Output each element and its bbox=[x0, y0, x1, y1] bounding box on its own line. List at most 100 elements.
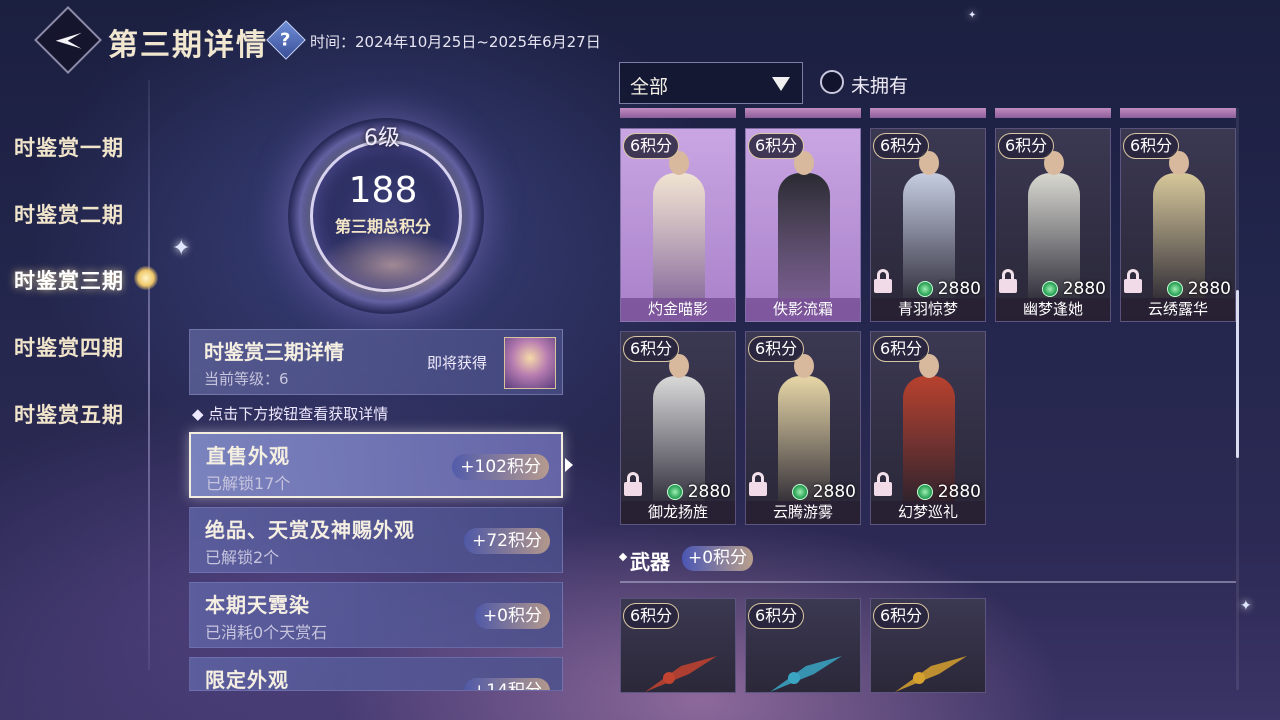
outfit-card[interactable]: 6积分佚影流霜 bbox=[745, 128, 861, 322]
help-icon: ? bbox=[280, 29, 291, 51]
jade-currency-icon bbox=[1042, 281, 1058, 297]
card-strip-partial bbox=[995, 108, 1111, 118]
weapon-points-badge: 6积分 bbox=[623, 603, 680, 629]
unowned-label: 未拥有 bbox=[851, 75, 909, 97]
weapon-icon bbox=[891, 654, 971, 692]
outfit-name: 幻梦巡礼 bbox=[871, 501, 985, 524]
lock-icon bbox=[874, 472, 892, 496]
outfit-name: 云腾游雾 bbox=[746, 501, 860, 524]
lock-icon bbox=[874, 269, 892, 293]
outfit-card[interactable]: 6积分 2880 幻梦巡礼 bbox=[870, 331, 986, 525]
detail-card[interactable]: 时鉴赏三期详情 当前等级：6 即将获得 bbox=[189, 329, 563, 395]
outfit-points-badge: 6积分 bbox=[623, 336, 680, 362]
sparkle-icon: ✦ bbox=[172, 236, 191, 261]
weapons-section-points: +0积分 bbox=[682, 546, 754, 571]
filter-dropdown[interactable]: 全部 bbox=[619, 62, 803, 104]
outfit-name: 佚影流霜 bbox=[746, 298, 860, 321]
card-strip-partial bbox=[870, 108, 986, 118]
active-category-arrow-icon bbox=[565, 458, 573, 472]
section-divider bbox=[620, 581, 1236, 583]
outfit-name: 幽梦逢她 bbox=[996, 298, 1110, 321]
category-name: 本期天霓染 bbox=[205, 593, 310, 617]
filter-selected: 全部 bbox=[630, 76, 669, 98]
total-points-label: 第三期总积分 bbox=[334, 217, 431, 236]
outfit-card[interactable]: 6积分 2880 云绣露华 bbox=[1120, 128, 1236, 322]
outfit-price: 2880 bbox=[812, 482, 856, 502]
level-ring-glow bbox=[318, 230, 468, 300]
category-limited[interactable]: 限定外观 +14积分 bbox=[189, 657, 563, 691]
nav-divider bbox=[148, 80, 150, 670]
outfit-points-badge: 6积分 bbox=[748, 336, 805, 362]
weapon-icon bbox=[641, 654, 721, 692]
outfit-name: 青羽惊梦 bbox=[871, 298, 985, 321]
nav-active-marker bbox=[134, 266, 158, 290]
category-status: 已消耗0个天赏石 bbox=[205, 623, 328, 642]
back-arrow-icon bbox=[55, 32, 82, 49]
outfit-price: 2880 bbox=[937, 279, 981, 299]
back-button[interactable] bbox=[34, 6, 102, 74]
category-name: 直售外观 bbox=[206, 444, 290, 468]
nav-item-period-3[interactable]: 时鉴赏三期 bbox=[14, 265, 124, 295]
outfit-price: 2880 bbox=[937, 482, 981, 502]
nav-item-period-4[interactable]: 时鉴赏四期 bbox=[14, 332, 124, 362]
outfit-card[interactable]: 6积分 2880 云腾游雾 bbox=[745, 331, 861, 525]
category-points: +0积分 bbox=[474, 603, 550, 629]
hint-text: ◆ 点击下方按钮查看获取详情 bbox=[192, 405, 389, 423]
period-text: 时间：2024年10月25日~2025年6月27日 bbox=[310, 33, 601, 51]
outfit-figure bbox=[778, 147, 830, 317]
category-points: +14积分 bbox=[464, 678, 550, 690]
outfit-name: 灼金喵影 bbox=[621, 298, 735, 321]
outfit-points-badge: 6积分 bbox=[873, 336, 930, 362]
category-name: 限定外观 bbox=[205, 668, 289, 691]
outfit-points-badge: 6积分 bbox=[623, 133, 680, 159]
weapon-card[interactable]: 6积分 bbox=[745, 598, 861, 693]
category-direct-sale[interactable]: 直售外观 已解锁17个 +102积分 bbox=[189, 432, 563, 498]
lock-icon bbox=[999, 269, 1017, 293]
weapon-card[interactable]: 6积分 bbox=[870, 598, 986, 693]
category-status: 已解锁2个 bbox=[205, 548, 280, 567]
outfit-price: 2880 bbox=[1062, 279, 1106, 299]
jade-currency-icon bbox=[667, 484, 683, 500]
help-button[interactable]: ? bbox=[266, 20, 306, 60]
unowned-radio[interactable] bbox=[820, 70, 844, 94]
total-points: 188 bbox=[348, 170, 418, 211]
outfit-name: 御龙扬旌 bbox=[621, 501, 735, 524]
card-strip-partial bbox=[745, 108, 861, 118]
outfit-card[interactable]: 6积分 2880 御龙扬旌 bbox=[620, 331, 736, 525]
scrollbar-thumb[interactable] bbox=[1236, 290, 1239, 458]
current-level: 当前等级：6 bbox=[204, 370, 289, 388]
jade-currency-icon bbox=[917, 281, 933, 297]
weapons-section-title: 武器 bbox=[630, 550, 670, 574]
jade-currency-icon bbox=[792, 484, 808, 500]
weapon-points-badge: 6积分 bbox=[748, 603, 805, 629]
card-strip-partial bbox=[620, 108, 736, 118]
nav-item-period-5[interactable]: 时鉴赏五期 bbox=[14, 399, 124, 429]
sparkle-icon: ✦ bbox=[968, 10, 977, 21]
detail-title: 时鉴赏三期详情 bbox=[204, 340, 344, 364]
outfit-points-badge: 6积分 bbox=[748, 133, 805, 159]
outfit-figure bbox=[653, 147, 705, 317]
jade-currency-icon bbox=[917, 484, 933, 500]
category-dye[interactable]: 本期天霓染 已消耗0个天赏石 +0积分 bbox=[189, 582, 563, 648]
outfit-card[interactable]: 6积分 2880 幽梦逢她 bbox=[995, 128, 1111, 322]
outfit-points-badge: 6积分 bbox=[998, 133, 1055, 159]
weapon-points-badge: 6积分 bbox=[873, 603, 930, 629]
lock-icon bbox=[624, 472, 642, 496]
category-name: 绝品、天赏及神赐外观 bbox=[205, 518, 415, 542]
category-points: +72积分 bbox=[464, 528, 550, 554]
jade-currency-icon bbox=[1167, 281, 1183, 297]
upcoming-reward-label: 即将获得 bbox=[427, 354, 488, 372]
category-status: 已解锁17个 bbox=[206, 474, 291, 493]
category-points: +102积分 bbox=[452, 454, 549, 480]
weapon-card[interactable]: 6积分 bbox=[620, 598, 736, 693]
upcoming-reward-thumbnail[interactable] bbox=[504, 337, 556, 389]
weapon-icon bbox=[766, 654, 846, 692]
nav-item-period-1[interactable]: 时鉴赏一期 bbox=[14, 132, 124, 162]
outfit-price: 2880 bbox=[1187, 279, 1231, 299]
lock-icon bbox=[1124, 269, 1142, 293]
nav-item-period-2[interactable]: 时鉴赏二期 bbox=[14, 199, 124, 229]
category-premium[interactable]: 绝品、天赏及神赐外观 已解锁2个 +72积分 bbox=[189, 507, 563, 573]
outfit-card[interactable]: 6积分灼金喵影 bbox=[620, 128, 736, 322]
page-title: 第三期详情 bbox=[108, 28, 268, 63]
outfit-card[interactable]: 6积分 2880 青羽惊梦 bbox=[870, 128, 986, 322]
